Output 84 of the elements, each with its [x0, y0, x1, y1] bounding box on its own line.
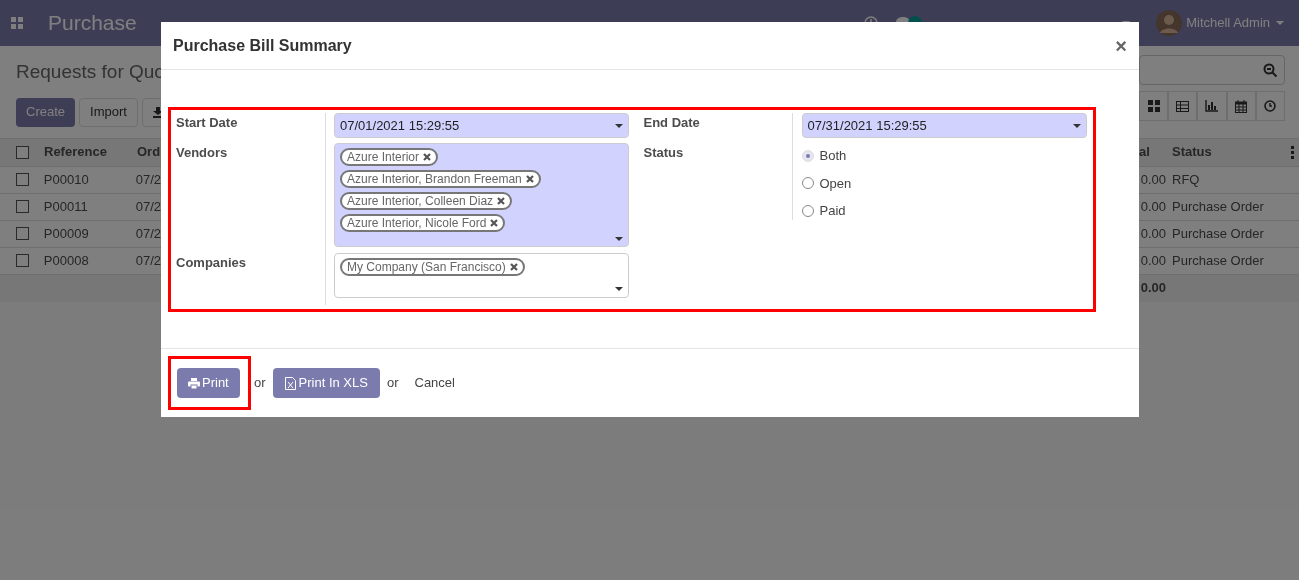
table-cell-text: 07/2	[135, 224, 161, 243]
row-checkbox[interactable]	[16, 227, 29, 240]
printer-icon	[188, 377, 200, 389]
field-label: Status	[643, 144, 685, 162]
table-cell-text: P00008	[43, 251, 90, 270]
tag: Azure Interior	[340, 148, 439, 166]
radio-button[interactable]	[801, 177, 814, 190]
tag: Azure Interior, Nicole Ford	[340, 214, 506, 232]
caret-icon[interactable]	[1276, 21, 1284, 25]
vendors-field[interactable]: Azure Interior Azure Interior, Brandon Freeman Azure Interior, Colleen Diaz Azure Interior, Nicole Ford	[334, 143, 629, 247]
table-cell-text: P00009	[43, 224, 90, 243]
table-cell-text: RFQ	[1172, 170, 1200, 189]
radio-option[interactable]: Both	[801, 146, 1087, 166]
table-cell-text: 0.00	[1139, 170, 1166, 189]
caret-icon	[614, 237, 623, 241]
download-icon	[152, 106, 163, 118]
table-cell-text: Purchase Order	[1172, 251, 1264, 270]
select-all-checkbox[interactable]	[16, 145, 29, 159]
table-cell-text: 0.00	[1139, 251, 1166, 270]
app-name[interactable]: Purchase	[48, 7, 137, 39]
apps-grid-icon[interactable]	[11, 17, 23, 29]
remove-icon[interactable]	[509, 263, 518, 271]
or-text: or	[254, 374, 266, 393]
total-cell-text: 0.00	[1139, 279, 1166, 298]
remove-icon[interactable]	[497, 197, 506, 205]
caret-icon	[614, 287, 623, 291]
radio-button[interactable]	[801, 204, 814, 217]
close-button[interactable]: ×	[1115, 35, 1127, 56]
remove-icon[interactable]	[525, 175, 534, 183]
column-header[interactable]: Reference	[44, 142, 137, 162]
user-menu[interactable]: Mitchell Admin	[1186, 13, 1270, 33]
table-cell-text: 0.00	[1139, 197, 1166, 216]
dialog-title: Purchase Bill Summary	[173, 35, 352, 56]
view-switch-button[interactable]	[1197, 91, 1227, 121]
caret-icon	[1073, 123, 1081, 128]
date-field[interactable]: 07/01/2021 15:29:55	[334, 113, 629, 138]
download-button[interactable]	[141, 97, 164, 127]
view-switch-button[interactable]	[1168, 91, 1198, 121]
field-label: Start Date	[176, 115, 238, 130]
spreadsheet-file-icon	[284, 376, 296, 390]
column-header[interactable]: al	[1139, 142, 1172, 162]
clock-icon	[1264, 100, 1277, 112]
row-checkbox[interactable]	[16, 173, 29, 186]
table-icon	[1176, 100, 1190, 112]
row-checkbox[interactable]	[16, 254, 29, 267]
field-label: Companies	[176, 255, 247, 270]
table-cell-text: Purchase Order	[1172, 224, 1264, 243]
or-text: or	[386, 374, 399, 393]
caret-icon	[614, 123, 623, 128]
view-switch-button[interactable]	[1139, 91, 1169, 121]
field-label: End Date	[643, 115, 700, 130]
column-header[interactable]: Status	[1172, 142, 1291, 162]
date-field[interactable]: 07/31/2021 15:29:55	[801, 113, 1087, 138]
table-cell-text: 0.00	[1139, 224, 1166, 243]
field-label: Vendors	[176, 145, 228, 160]
table-cell-text: 07/2	[135, 251, 161, 270]
search-icon	[1263, 62, 1278, 78]
table-cell-text: 07/2	[135, 197, 161, 216]
table-cell-text: Purchase Order	[1172, 197, 1264, 216]
more-options-icon[interactable]	[1291, 145, 1294, 159]
create-button[interactable]: Create	[16, 97, 76, 127]
remove-icon[interactable]	[490, 219, 499, 227]
tag: My Company (San Francisco)	[340, 258, 525, 276]
print-button[interactable]: Print	[177, 368, 240, 398]
bar-chart-icon	[1205, 100, 1219, 112]
print-xls-button[interactable]: Print In XLS	[272, 368, 380, 398]
tag: Azure Interior, Brandon Freeman	[340, 170, 541, 188]
companies-field[interactable]: My Company (San Francisco)	[334, 253, 629, 298]
kanban-icon	[1147, 100, 1160, 112]
table-cell-text: 07/2	[135, 170, 161, 189]
radio-option[interactable]: Paid	[801, 201, 1087, 221]
search-field[interactable]	[1139, 55, 1285, 85]
calendar-icon	[1235, 99, 1248, 113]
table-cell-text: P00010	[43, 170, 90, 189]
row-checkbox[interactable]	[16, 200, 29, 213]
column-header[interactable]: Ord	[137, 142, 161, 162]
import-button[interactable]: Import	[79, 97, 138, 127]
view-switch-button[interactable]	[1255, 91, 1285, 121]
radio-option[interactable]: Open	[801, 173, 1087, 193]
cancel-button[interactable]: Cancel	[414, 373, 455, 393]
view-switch-button[interactable]	[1226, 91, 1256, 121]
remove-icon[interactable]	[423, 153, 432, 161]
tag: Azure Interior, Colleen Diaz	[340, 192, 513, 210]
table-cell-text: P00011	[43, 197, 89, 216]
